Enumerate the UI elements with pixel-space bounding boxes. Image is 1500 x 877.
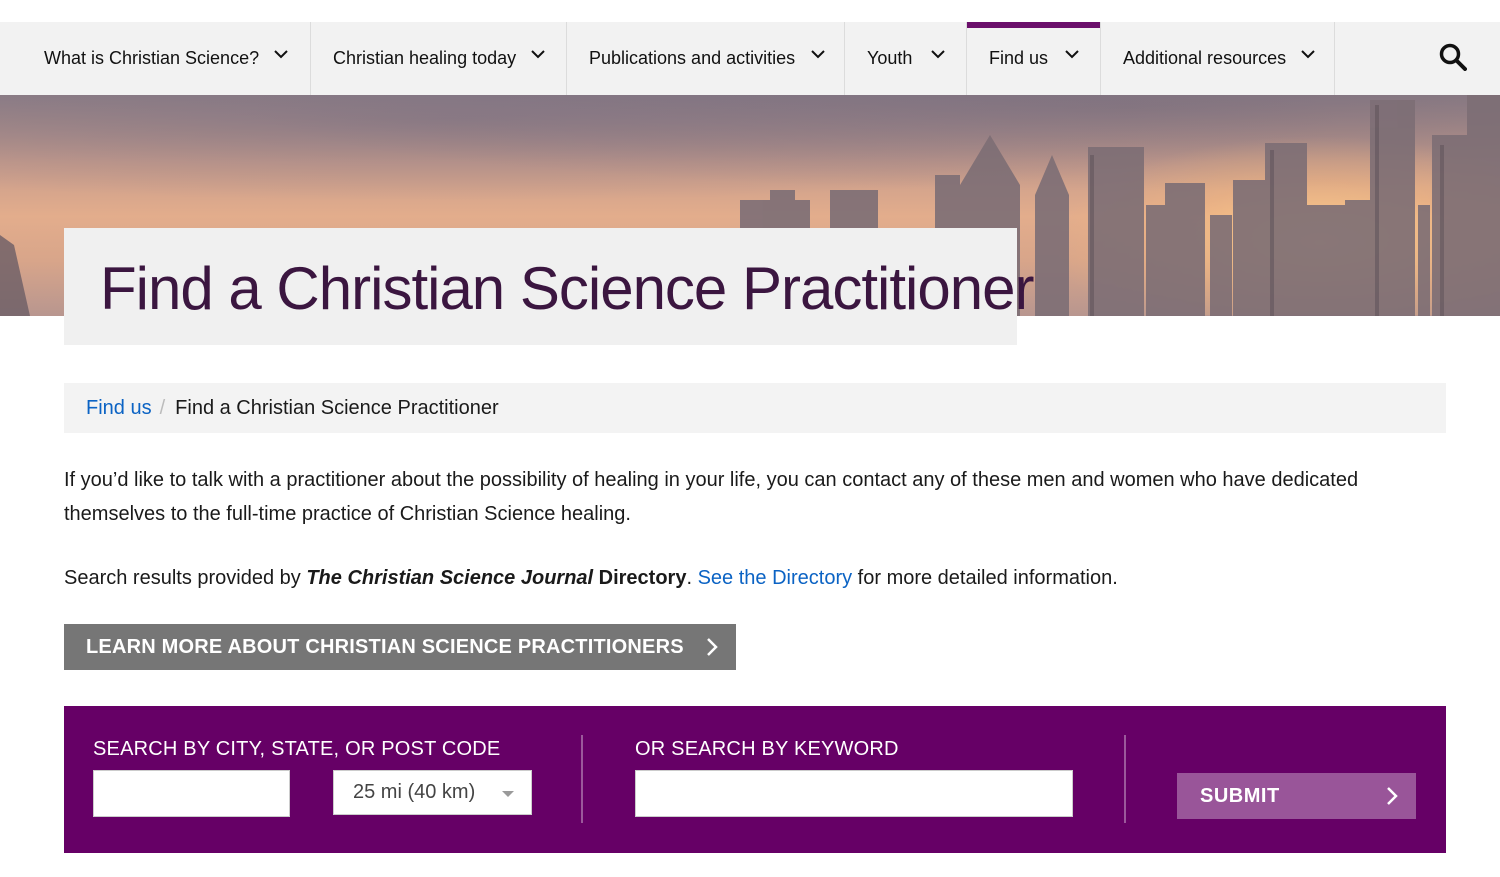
keyword-search-label: OR SEARCH BY KEYWORD: [635, 738, 899, 760]
keyword-search-input[interactable]: [635, 770, 1073, 817]
page-title-box: Find a Christian Science Practitioner: [64, 228, 1034, 345]
journal-title: The Christian Science Journal: [306, 567, 594, 589]
page-title: Find a Christian Science Practitioner: [100, 255, 1034, 322]
breadcrumb: Find us / Find a Christian Science Pract…: [64, 383, 1446, 433]
results-prefix: Search results provided by: [64, 567, 307, 589]
search-panel: SEARCH BY CITY, STATE, OR POST CODE 25 m…: [64, 706, 1446, 853]
chevron-down-icon: [274, 50, 288, 59]
nav-item-label: Find us: [989, 48, 1049, 68]
radius-select-value: 25 mi (40 km): [353, 781, 476, 803]
submit-label: SUBMIT: [1200, 784, 1280, 807]
nav-item-label: Youth: [867, 48, 913, 68]
main-nav: What is Christian Science? Christian hea…: [0, 22, 1500, 95]
learn-more-label: LEARN MORE ABOUT CHRISTIAN SCIENCE PRACT…: [86, 635, 684, 658]
breadcrumb-separator: /: [159, 396, 166, 419]
chevron-down-icon: [531, 50, 545, 59]
results-note: Search results provided by The Christian…: [64, 561, 1454, 595]
panel-divider: [1124, 735, 1126, 823]
nav-item-label: Publications and activities: [589, 48, 796, 68]
caret-down-icon: [502, 791, 514, 797]
breadcrumb-link-find-us[interactable]: Find us: [86, 397, 152, 420]
chevron-down-icon: [811, 50, 825, 59]
location-search-label: SEARCH BY CITY, STATE, OR POST CODE: [93, 738, 501, 760]
nav-item-additional-resources[interactable]: Additional resources: [1100, 22, 1334, 95]
chevron-right-icon: [707, 638, 718, 656]
nav-item-publications-and-activities[interactable]: Publications and activities: [566, 22, 844, 95]
nav-item-youth[interactable]: Youth: [844, 22, 966, 95]
chevron-right-icon: [1387, 787, 1398, 805]
radius-select[interactable]: 25 mi (40 km): [333, 770, 532, 815]
see-directory-link[interactable]: See the Directory: [698, 567, 853, 589]
learn-more-button[interactable]: LEARN MORE ABOUT CHRISTIAN SCIENCE PRACT…: [64, 624, 736, 670]
nav-item-label: Christian healing today: [333, 48, 517, 68]
results-suffix: for more detailed information.: [852, 567, 1118, 589]
intro-paragraph: If you’d like to talk with a practitione…: [64, 469, 1359, 525]
chevron-down-icon: [931, 50, 945, 59]
nav-item-label: Additional resources: [1123, 48, 1287, 68]
search-icon: [1439, 43, 1467, 71]
breadcrumb-current: Find a Christian Science Practitioner: [175, 396, 499, 419]
nav-item-label: What is Christian Science?: [44, 48, 260, 68]
submit-button[interactable]: SUBMIT: [1177, 773, 1416, 819]
chevron-down-icon: [1065, 50, 1079, 59]
nav-item-what-is-christian-science[interactable]: What is Christian Science?: [22, 22, 310, 95]
results-period: .: [686, 567, 698, 589]
search-button[interactable]: [1334, 22, 1500, 95]
panel-divider: [581, 735, 583, 823]
chevron-down-icon: [1301, 50, 1315, 59]
nav-item-christian-healing-today[interactable]: Christian healing today: [310, 22, 566, 95]
directory-label: Directory: [593, 567, 687, 589]
nav-item-find-us[interactable]: Find us: [966, 22, 1100, 95]
location-search-input[interactable]: [93, 770, 290, 817]
